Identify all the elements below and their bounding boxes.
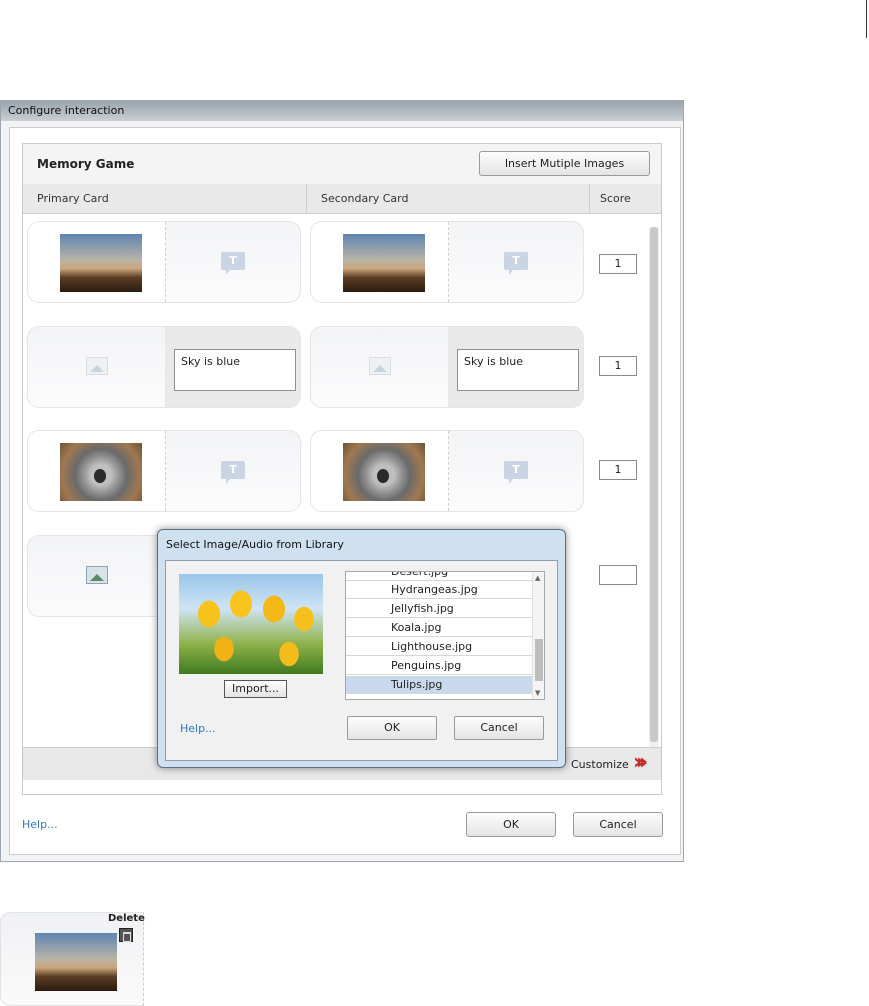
card-text-slot[interactable]: Sky is blue: [448, 327, 583, 407]
primary-card-row-2[interactable]: Sky is blue: [27, 326, 301, 408]
score-input-row-4[interactable]: [599, 565, 637, 585]
tulips-preview-image: [179, 574, 323, 674]
column-label-score: Score: [600, 192, 631, 205]
delete-preview-card[interactable]: [0, 912, 144, 1006]
lighthouse-photo: [343, 234, 425, 292]
file-item-lighthouse[interactable]: Lighthouse.jpg: [346, 638, 532, 656]
card-image-slot[interactable]: [28, 327, 166, 407]
card-image-slot[interactable]: [311, 222, 449, 302]
file-item-koala[interactable]: Koala.jpg: [346, 619, 532, 637]
file-item-penguins[interactable]: Penguins.jpg: [346, 657, 532, 675]
file-item-desert[interactable]: Desert.jpg: [346, 572, 532, 581]
image-placeholder-icon: [369, 357, 391, 375]
file-list-scrollbar-thumb[interactable]: [535, 639, 543, 681]
column-label-primary: Primary Card: [37, 192, 109, 205]
secondary-card-row-1[interactable]: T: [310, 221, 584, 303]
scroll-up-arrow-icon[interactable]: ▲: [535, 574, 540, 582]
lighthouse-photo: [35, 933, 117, 991]
customize-chevron-icon[interactable]: ›››: [633, 750, 648, 775]
column-label-secondary: Secondary Card: [321, 192, 409, 205]
cancel-button[interactable]: Cancel: [573, 812, 663, 837]
file-item-hydrangeas[interactable]: Hydrangeas.jpg: [346, 581, 532, 599]
file-item-jellyfish[interactable]: Jellyfish.jpg: [346, 600, 532, 618]
scrollbar-thumb[interactable]: [650, 227, 658, 742]
dialog-body: Import... Desert.jpg Hydrangeas.jpg Jell…: [165, 560, 558, 761]
text-bubble-icon: T: [504, 252, 528, 275]
text-bubble-icon: T: [221, 252, 245, 275]
text-bubble-icon: T: [504, 461, 528, 484]
column-header-secondary[interactable]: Secondary Card: [307, 184, 590, 214]
import-button[interactable]: Import...: [224, 680, 287, 698]
ok-button[interactable]: OK: [466, 812, 556, 837]
library-file-list[interactable]: Desert.jpg Hydrangeas.jpg Jellyfish.jpg …: [345, 571, 545, 700]
image-placeholder-icon: [86, 357, 108, 375]
score-input-row-1[interactable]: 1: [599, 254, 637, 274]
koala-photo: [60, 443, 142, 501]
text-bubble-icon: T: [221, 461, 245, 484]
window-titlebar: Configure interaction: [1, 101, 683, 121]
scroll-down-arrow-icon[interactable]: ▼: [535, 689, 540, 697]
dialog-help-link[interactable]: Help...: [180, 722, 216, 735]
card-image-slot[interactable]: [311, 327, 449, 407]
score-input-row-3[interactable]: 1: [599, 460, 637, 480]
delete-label: Delete: [108, 913, 145, 924]
card-image-slot[interactable]: [28, 536, 166, 616]
trash-icon[interactable]: [119, 928, 133, 942]
lighthouse-photo: [60, 234, 142, 292]
card-text-slot[interactable]: T: [448, 222, 583, 302]
panel-title: Memory Game: [37, 157, 135, 171]
image-placeholder-icon: [86, 566, 108, 584]
card-image-slot[interactable]: [28, 431, 166, 511]
primary-card-row-1[interactable]: T: [27, 221, 301, 303]
card-text-slot[interactable]: Sky is blue: [165, 327, 300, 407]
dialog-cancel-button[interactable]: Cancel: [454, 716, 544, 740]
file-item-tulips-selected[interactable]: Tulips.jpg: [346, 676, 532, 694]
secondary-card-row-2[interactable]: Sky is blue: [310, 326, 584, 408]
dialog-title: Select Image/Audio from Library: [166, 538, 344, 551]
koala-photo: [343, 443, 425, 501]
vertical-scrollbar[interactable]: [649, 227, 659, 747]
column-header-score[interactable]: Score: [590, 184, 661, 214]
primary-card-row-3[interactable]: T: [27, 430, 301, 512]
card-text-slot[interactable]: T: [165, 431, 300, 511]
card-image-slot[interactable]: [28, 222, 166, 302]
card-text-field[interactable]: Sky is blue: [457, 349, 579, 391]
help-link[interactable]: Help...: [22, 818, 58, 831]
score-input-row-2[interactable]: 1: [599, 356, 637, 376]
card-text-slot[interactable]: T: [165, 222, 300, 302]
card-text-slot[interactable]: T: [448, 431, 583, 511]
dialog-ok-button[interactable]: OK: [347, 716, 437, 740]
insert-multiple-images-button[interactable]: Insert Mutiple Images: [479, 151, 650, 176]
select-image-audio-dialog: Select Image/Audio from Library Import..…: [157, 529, 566, 768]
card-image-slot[interactable]: [311, 431, 449, 511]
edge-line: [866, 0, 867, 38]
column-header-primary[interactable]: Primary Card: [23, 184, 307, 214]
file-list-scrollbar[interactable]: ▲ ▼: [532, 572, 544, 699]
customize-label[interactable]: Customize: [571, 758, 629, 771]
panel-header: Memory Game Insert Mutiple Images: [23, 144, 661, 185]
secondary-card-row-3[interactable]: T: [310, 430, 584, 512]
window-title: Configure interaction: [8, 104, 125, 117]
card-text-field[interactable]: Sky is blue: [174, 349, 296, 391]
